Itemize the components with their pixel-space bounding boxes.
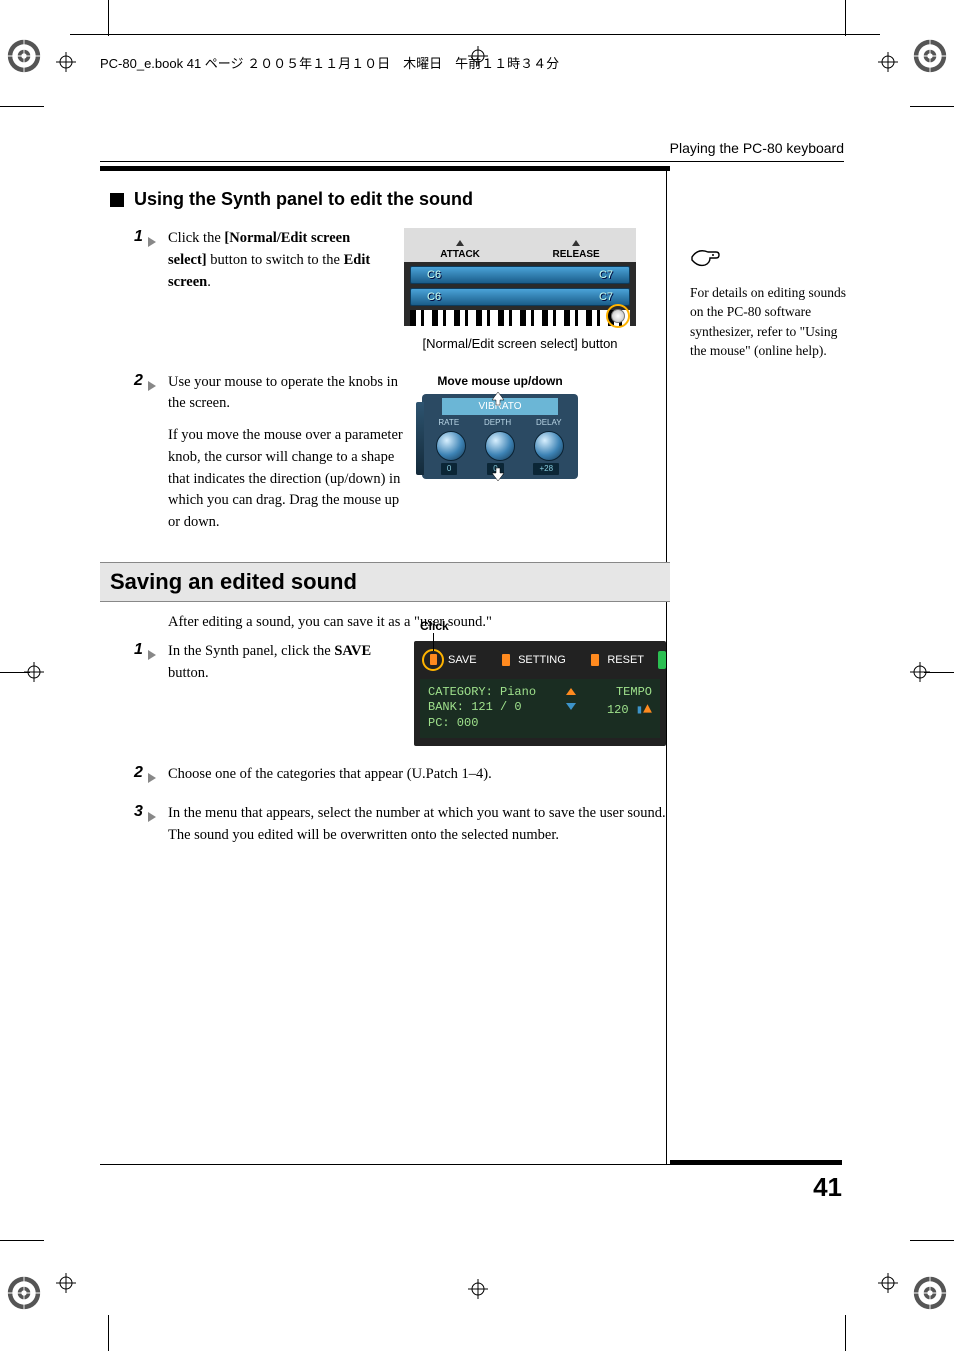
led-icon bbox=[502, 654, 510, 666]
lcd-left: CATEGORY: Piano BANK: 121 / 0 PC: 000 bbox=[428, 685, 536, 732]
crosshair-icon bbox=[878, 1273, 898, 1293]
section-heading-synth: Using the Synth panel to edit the sound bbox=[110, 189, 670, 210]
step-number: 3 bbox=[134, 803, 156, 821]
knob-icon bbox=[534, 431, 564, 461]
step-number: 2 bbox=[134, 764, 156, 782]
save-step-2-text: Choose one of the categories that appear… bbox=[168, 764, 670, 786]
page-number: 41 bbox=[813, 1172, 842, 1203]
save-step-1: 1 In the Synth panel, click the SAVE but… bbox=[100, 641, 670, 746]
figure-caption: [Normal/Edit screen select] button bbox=[404, 334, 636, 354]
lcd-right: TEMPO 120 ▮▲ bbox=[607, 685, 652, 732]
running-head: Playing the PC-80 keyboard bbox=[100, 140, 844, 162]
led-icon bbox=[591, 654, 599, 666]
registration-target-icon bbox=[912, 38, 948, 74]
side-note: For details on editing sounds on the PC-… bbox=[690, 244, 850, 361]
side-note-text: For details on editing sounds on the PC-… bbox=[690, 283, 850, 361]
figure-normal-edit-select: ATTACK RELEASE C6C7 C6C7 bbox=[404, 228, 636, 330]
bottom-rule-right bbox=[670, 1160, 842, 1165]
step-1: 1 Click the [Normal/Edit screen select] … bbox=[100, 228, 670, 354]
save-step-3-text: In the menu that appears, select the num… bbox=[168, 803, 670, 847]
page-top-rule bbox=[70, 34, 880, 35]
knob-icon bbox=[485, 431, 515, 461]
doc-header: PC-80_e.book 41 ページ ２００５年１１月１０日 木曜日 午前１１… bbox=[100, 53, 559, 72]
main-content: Using the Synth panel to edit the sound … bbox=[100, 166, 670, 865]
arrow-up-icon bbox=[490, 390, 506, 406]
knob-icon bbox=[436, 431, 466, 461]
section-heading-text: Using the Synth panel to edit the sound bbox=[134, 189, 473, 210]
metronome-icon: ▲ bbox=[643, 701, 652, 718]
crosshair-icon bbox=[56, 52, 76, 72]
crosshair-icon bbox=[468, 1279, 488, 1299]
triangle-up-icon bbox=[566, 688, 576, 695]
crosshair-icon bbox=[24, 662, 44, 682]
section2-intro: After editing a sound, you can save it a… bbox=[100, 614, 670, 631]
registration-target-icon bbox=[6, 38, 42, 74]
step-number: 1 bbox=[134, 641, 156, 659]
section-heading-saving: Saving an edited sound bbox=[100, 562, 670, 602]
step-number: 1 bbox=[134, 228, 156, 246]
bottom-rule-left bbox=[100, 1164, 670, 1165]
triangle-down-icon bbox=[566, 703, 576, 710]
save-step-2: 2 Choose one of the categories that appe… bbox=[100, 764, 670, 786]
crosshair-icon bbox=[878, 52, 898, 72]
figure-save-panel: SAVE SETTING RESET CATEGORY: Piano BANK:… bbox=[414, 641, 666, 746]
step-1-text: Click the [Normal/Edit screen select] bu… bbox=[168, 228, 386, 293]
save-step-3: 3 In the menu that appears, select the n… bbox=[100, 803, 670, 847]
crosshair-icon bbox=[56, 1273, 76, 1293]
step-2-text: Use your mouse to operate the knobs in t… bbox=[168, 372, 404, 534]
save-button-highlight-icon bbox=[422, 649, 444, 671]
square-bullet-icon bbox=[110, 193, 124, 207]
crosshair-icon bbox=[910, 662, 930, 682]
panel-edge-icon bbox=[658, 651, 666, 669]
step-2: 2 Use your mouse to operate the knobs in… bbox=[100, 372, 670, 534]
save-step-1-text: In the Synth panel, click the SAVE butto… bbox=[168, 641, 396, 685]
arrow-down-icon bbox=[490, 467, 506, 483]
registration-target-icon bbox=[6, 1275, 42, 1311]
figure-vibrato-knobs: Move mouse up/down VIBRATO RATE DEPTH DE… bbox=[422, 372, 578, 479]
keyboard-icon bbox=[410, 310, 630, 326]
step-number: 2 bbox=[134, 372, 156, 390]
eye-icon bbox=[606, 304, 630, 328]
registration-target-icon bbox=[912, 1275, 948, 1311]
memo-hand-icon bbox=[690, 244, 850, 279]
click-label: Click bbox=[420, 617, 449, 635]
